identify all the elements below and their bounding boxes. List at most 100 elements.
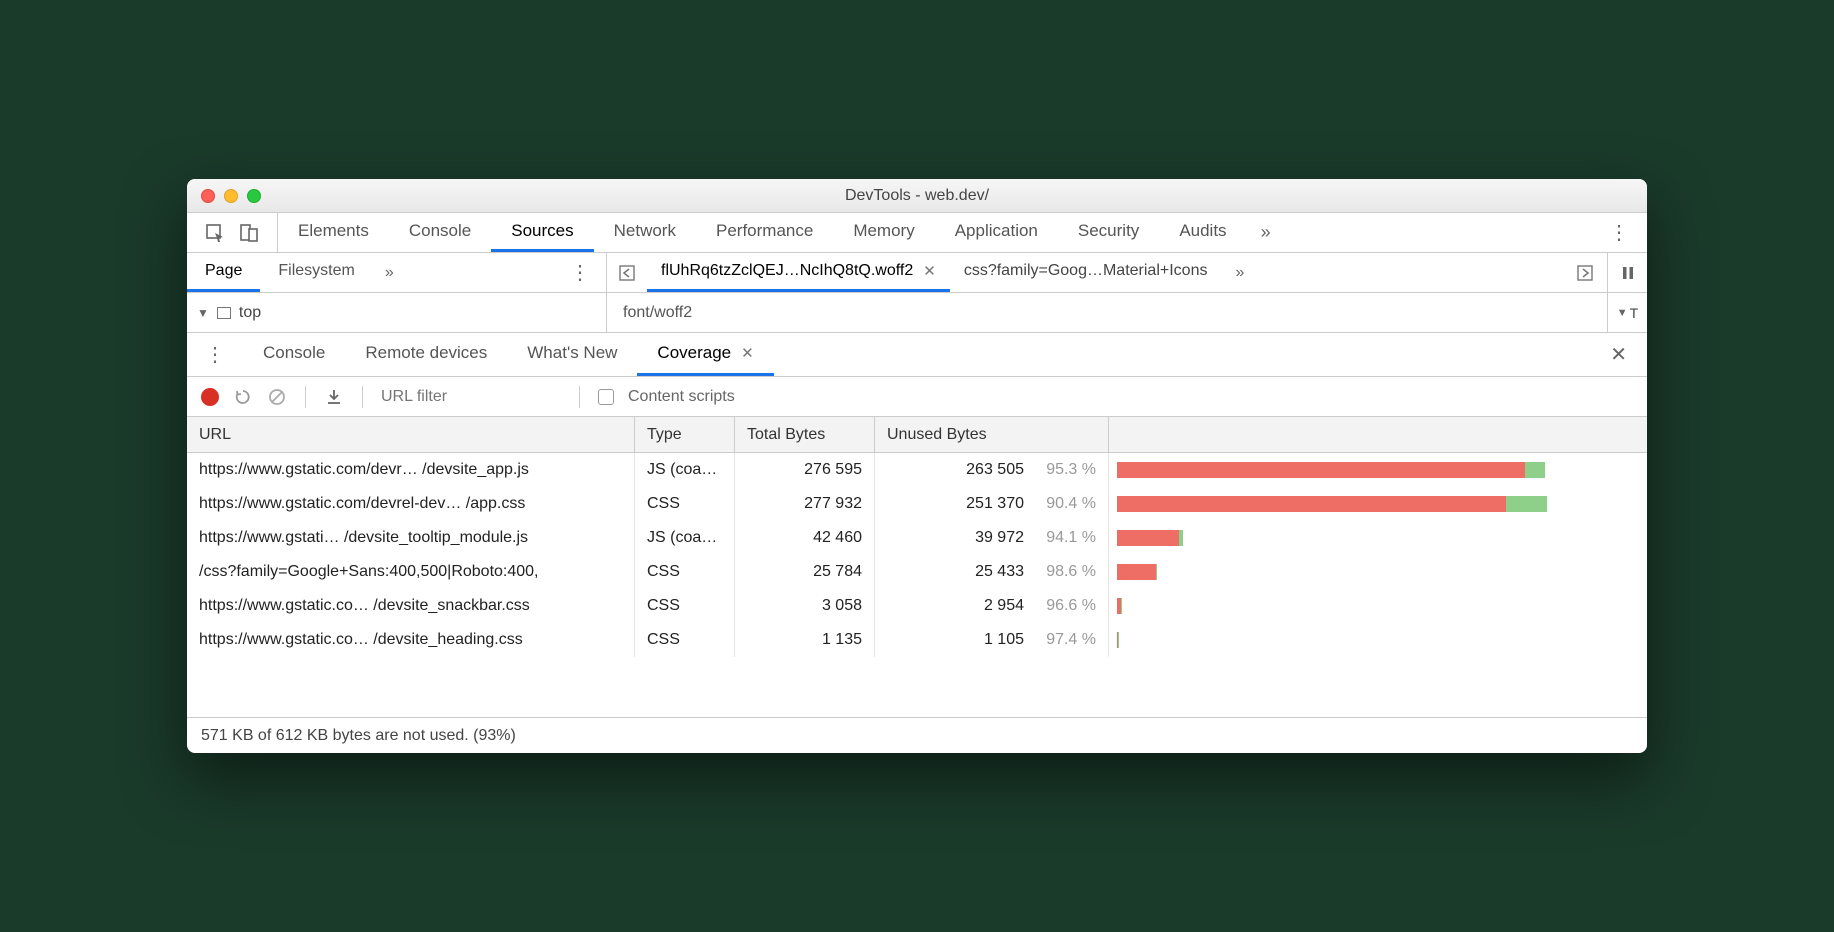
file-tab[interactable]: flUhRq6tzZclQEJ…NcIhQ8tQ.woff2 ✕ [647, 253, 950, 292]
col-unused[interactable]: Unused Bytes [875, 417, 1109, 452]
cell-type: CSS [635, 623, 735, 657]
cell-type: JS (coa… [635, 521, 735, 555]
threads-panel[interactable]: ▼ T [1607, 293, 1647, 332]
drawer-tab-label: Remote devices [365, 343, 487, 363]
tree-root-label: top [239, 304, 261, 322]
drawer-tab-console[interactable]: Console [243, 333, 345, 376]
file-tab-label: flUhRq6tzZclQEJ…NcIhQ8tQ.woff2 [661, 262, 913, 280]
zoom-window-button[interactable] [247, 189, 261, 203]
coverage-table-body: https://www.gstatic.com/devr… /devsite_a… [187, 453, 1647, 657]
next-tab-icon[interactable] [1563, 265, 1607, 281]
navigator-menu-icon[interactable]: ⋮ [554, 260, 606, 285]
prev-tab-icon[interactable] [607, 265, 647, 281]
cell-type: CSS [635, 555, 735, 589]
main-tab-sources[interactable]: Sources [491, 213, 593, 252]
threads-label: T [1630, 305, 1639, 321]
content-scripts-label: Content scripts [628, 388, 735, 406]
nav-tab-page[interactable]: Page [187, 253, 260, 292]
close-window-button[interactable] [201, 189, 215, 203]
close-drawer-tab-icon[interactable]: ✕ [741, 344, 754, 362]
col-url[interactable]: URL [187, 417, 635, 452]
cell-visualization [1109, 453, 1647, 487]
coverage-row[interactable]: /css?family=Google+Sans:400,500|Roboto:4… [187, 555, 1647, 589]
main-tab-console[interactable]: Console [389, 213, 491, 252]
file-tabs: flUhRq6tzZclQEJ…NcIhQ8tQ.woff2 ✕ css?famil… [607, 253, 1607, 292]
cell-url: https://www.gstatic.com/devr… /devsite_a… [187, 453, 635, 487]
threads-expand-icon[interactable]: ▼ [1617, 307, 1628, 319]
device-toolbar-icon[interactable] [239, 223, 259, 243]
cell-unused: 263 50595.3 % [875, 453, 1109, 487]
inspect-tools [187, 213, 278, 252]
page-tree[interactable]: ▼ top [187, 293, 607, 332]
main-menu-icon[interactable]: ⋮ [1591, 220, 1647, 245]
source-content: font/woff2 [607, 293, 1607, 332]
record-button[interactable] [201, 388, 219, 406]
col-type[interactable]: Type [635, 417, 735, 452]
coverage-table-header: URL Type Total Bytes Unused Bytes [187, 417, 1647, 453]
drawer-tab-remote-devices[interactable]: Remote devices [345, 333, 507, 376]
file-tabs-overflow-icon[interactable]: » [1221, 264, 1258, 282]
expand-triangle-icon[interactable]: ▼ [197, 306, 209, 320]
coverage-row[interactable]: https://www.gstatic.com/devr… /devsite_a… [187, 453, 1647, 487]
col-total[interactable]: Total Bytes [735, 417, 875, 452]
main-tabs: ElementsConsoleSourcesNetworkPerformance… [187, 213, 1647, 253]
coverage-row[interactable]: https://www.gstatic.co… /devsite_heading… [187, 623, 1647, 657]
traffic-lights [187, 189, 261, 203]
cell-unused: 25 43398.6 % [875, 555, 1109, 589]
clear-icon[interactable] [267, 387, 287, 407]
coverage-toolbar: Content scripts [187, 377, 1647, 417]
drawer-tab-what-s-new[interactable]: What's New [507, 333, 637, 376]
window-title: DevTools - web.dev/ [187, 187, 1647, 205]
close-tab-icon[interactable]: ✕ [923, 262, 936, 280]
cell-unused: 1 10597.4 % [875, 623, 1109, 657]
main-tab-performance[interactable]: Performance [696, 213, 833, 252]
minimize-window-button[interactable] [224, 189, 238, 203]
tree-content-row: ▼ top font/woff2 ▼ T [187, 293, 1647, 333]
more-tabs-icon[interactable]: » [1247, 222, 1285, 243]
coverage-row[interactable]: https://www.gstatic.com/devrel-dev… /app… [187, 487, 1647, 521]
sources-subrow: PageFilesystem » ⋮ flUhRq6tzZclQEJ…NcIhQ… [187, 253, 1647, 293]
cell-url: https://www.gstatic.co… /devsite_snackba… [187, 589, 635, 623]
cell-total: 1 135 [735, 623, 875, 657]
url-filter-input[interactable] [381, 388, 561, 406]
file-tab[interactable]: css?family=Goog…Material+Icons [950, 253, 1222, 292]
drawer-tab-label: What's New [527, 343, 617, 363]
drawer-close-icon[interactable]: ✕ [1590, 342, 1647, 367]
drawer-tabs: ⋮ Console Remote devices What's New Coverag… [187, 333, 1647, 377]
main-tab-security[interactable]: Security [1058, 213, 1159, 252]
cell-unused: 2 95496.6 % [875, 589, 1109, 623]
cell-total: 276 595 [735, 453, 875, 487]
cell-type: CSS [635, 589, 735, 623]
main-tab-elements[interactable]: Elements [278, 213, 389, 252]
cell-unused: 251 37090.4 % [875, 487, 1109, 521]
devtools-window: DevTools - web.dev/ ElementsConsoleSourc… [187, 179, 1647, 753]
cell-total: 3 058 [735, 589, 875, 623]
coverage-row[interactable]: https://www.gstati… /devsite_tooltip_mod… [187, 521, 1647, 555]
main-tab-audits[interactable]: Audits [1159, 213, 1246, 252]
cell-type: CSS [635, 487, 735, 521]
drawer-tab-coverage[interactable]: Coverage✕ [637, 333, 773, 376]
col-visualization [1109, 417, 1647, 452]
cell-url: https://www.gstati… /devsite_tooltip_mod… [187, 521, 635, 555]
reload-icon[interactable] [233, 387, 253, 407]
pause-script-button[interactable] [1607, 253, 1647, 292]
main-tab-application[interactable]: Application [935, 213, 1058, 252]
main-tab-network[interactable]: Network [594, 213, 696, 252]
cell-total: 25 784 [735, 555, 875, 589]
frame-icon [217, 307, 231, 319]
cell-url: https://www.gstatic.co… /devsite_heading… [187, 623, 635, 657]
titlebar: DevTools - web.dev/ [187, 179, 1647, 213]
drawer-tab-label: Console [263, 343, 325, 363]
cell-visualization [1109, 487, 1647, 521]
drawer-menu-icon[interactable]: ⋮ [187, 342, 243, 367]
export-icon[interactable] [324, 387, 344, 407]
nav-tab-filesystem[interactable]: Filesystem [260, 253, 372, 292]
content-scripts-checkbox[interactable] [598, 389, 614, 405]
main-tab-memory[interactable]: Memory [833, 213, 934, 252]
navigator-overflow-icon[interactable]: » [373, 264, 406, 282]
content-mime-label: font/woff2 [623, 304, 692, 322]
coverage-row[interactable]: https://www.gstatic.co… /devsite_snackba… [187, 589, 1647, 623]
inspect-element-icon[interactable] [205, 223, 225, 243]
cell-unused: 39 97294.1 % [875, 521, 1109, 555]
cell-visualization [1109, 521, 1647, 555]
